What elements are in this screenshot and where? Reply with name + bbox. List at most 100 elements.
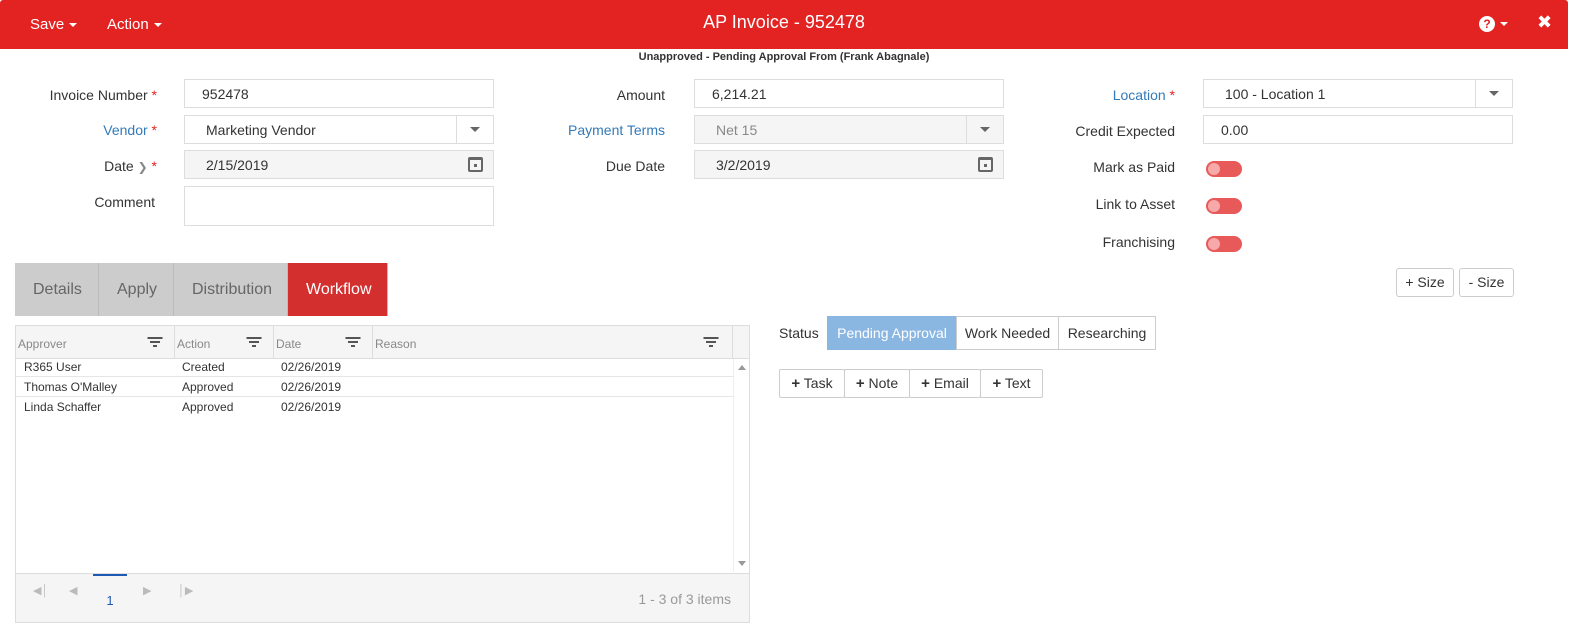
column-header-label: Approver: [18, 337, 67, 351]
vendor-select[interactable]: Marketing Vendor: [184, 115, 494, 144]
plus-icon: +: [921, 375, 930, 392]
date-cell: 02/26/2019: [281, 360, 342, 374]
decrease-size-button[interactable]: - Size: [1459, 268, 1514, 297]
vertical-scrollbar[interactable]: [733, 359, 749, 572]
calendar-icon[interactable]: [468, 157, 483, 172]
location-label-text: Location: [1112, 87, 1166, 103]
previous-page-icon[interactable]: ◀: [69, 584, 77, 597]
plus-icon: +: [791, 375, 801, 392]
dropdown-arrow-icon[interactable]: [1475, 80, 1512, 107]
credit-expected-value: 0.00: [1221, 122, 1249, 138]
due-date-label: Due Date: [605, 158, 665, 174]
amount-value: 6,214.21: [712, 86, 767, 102]
column-header-label: Date: [276, 337, 302, 351]
link-to-asset-label: Link to Asset: [1095, 196, 1175, 212]
action-cell: Approved: [182, 380, 234, 394]
add-email-label: Email: [933, 375, 969, 391]
tab-distribution[interactable]: Distribution: [174, 263, 288, 316]
tab-workflow[interactable]: Workflow: [288, 263, 388, 316]
add-note-button[interactable]: + Note: [844, 369, 910, 398]
add-task-label: Task: [803, 375, 833, 391]
location-select[interactable]: 100 - Location 1: [1203, 79, 1513, 108]
vendor-label[interactable]: Vendor *: [20, 122, 157, 138]
credit-expected-field[interactable]: 0.00: [1203, 115, 1513, 144]
amount-label: Amount: [616, 87, 665, 103]
table-row[interactable]: R365 User Created 02/26/2019: [16, 357, 733, 377]
approver-cell: R365 User: [24, 360, 82, 374]
add-email-button[interactable]: + Email: [909, 369, 981, 398]
page-number-button[interactable]: 1: [93, 574, 127, 622]
column-header-approver[interactable]: Approver: [16, 326, 175, 358]
help-icon: ?: [1479, 16, 1495, 32]
invoice-number-field[interactable]: 952478: [184, 79, 494, 108]
location-value: 100 - Location 1: [1225, 86, 1326, 102]
first-page-icon[interactable]: ◀│: [33, 584, 48, 597]
location-label[interactable]: Location *: [1040, 87, 1175, 103]
required-mark: *: [151, 158, 157, 174]
scroll-down-icon[interactable]: [738, 561, 746, 566]
comment-label: Comment: [94, 194, 155, 210]
next-page-icon[interactable]: ▶: [143, 584, 151, 597]
approver-cell: Linda Schaffer: [24, 400, 102, 414]
invoice-number-label: Invoice Number *: [20, 87, 157, 103]
link-to-asset-toggle[interactable]: [1206, 198, 1242, 214]
comment-textarea[interactable]: [184, 186, 494, 226]
date-cell: 02/26/2019: [281, 400, 342, 414]
action-cell: Created: [182, 360, 225, 374]
franchising-toggle[interactable]: [1206, 236, 1242, 252]
add-text-label: Text: [1004, 375, 1031, 391]
date-cell: 02/26/2019: [281, 380, 342, 394]
dropdown-arrow-icon: [966, 116, 1003, 143]
last-page-icon[interactable]: │▶: [178, 584, 193, 597]
payment-terms-select: Net 15: [694, 115, 1004, 144]
column-header-label: Reason: [375, 337, 417, 351]
grid-pager: ◀│ ◀ 1 ▶ │▶ 1 - 3 of 3 items: [16, 573, 749, 622]
add-task-button[interactable]: + Task: [779, 369, 845, 398]
date-label-text: Date: [104, 158, 134, 174]
dropdown-arrow-icon[interactable]: [456, 116, 493, 143]
increase-size-button[interactable]: + Size: [1396, 268, 1454, 297]
vendor-value: Marketing Vendor: [206, 122, 316, 138]
plus-icon: +: [992, 375, 1002, 392]
column-header-reason[interactable]: Reason: [373, 326, 733, 358]
close-button[interactable]: ✖: [1537, 12, 1552, 33]
column-header-date[interactable]: Date: [274, 326, 373, 358]
status-researching-button[interactable]: Researching: [1058, 316, 1156, 350]
invoice-number-label-text: Invoice Number: [49, 87, 148, 103]
tab-details[interactable]: Details: [15, 263, 99, 316]
due-date-field[interactable]: 3/2/2019: [694, 150, 1004, 179]
vendor-label-text: Vendor: [103, 122, 148, 138]
help-menu-button[interactable]: ?: [1479, 15, 1508, 32]
table-row[interactable]: Thomas O'Malley Approved 02/26/2019: [16, 377, 733, 397]
filter-icon[interactable]: [345, 337, 360, 347]
date-label: Date ❯ *: [20, 158, 157, 174]
credit-expected-label: Credit Expected: [1075, 123, 1175, 139]
filter-icon[interactable]: [703, 337, 718, 347]
caret-down-icon: [1500, 22, 1508, 27]
add-note-label: Note: [868, 375, 899, 391]
add-text-button[interactable]: + Text: [980, 369, 1043, 398]
amount-field[interactable]: 6,214.21: [694, 79, 1004, 108]
chevron-right-icon[interactable]: ❯: [138, 160, 148, 174]
due-date-value: 3/2/2019: [716, 157, 771, 173]
franchising-label: Franchising: [1102, 234, 1175, 250]
required-mark: *: [151, 87, 157, 103]
table-row[interactable]: Linda Schaffer Approved 02/26/2019: [16, 397, 733, 417]
tab-bar: Details Apply Distribution Workflow: [15, 263, 388, 316]
status-work-needed-button[interactable]: Work Needed: [956, 316, 1059, 350]
column-header-action[interactable]: Action: [175, 326, 274, 358]
workflow-grid: Approver Action Date Reason R365 User Cr…: [15, 325, 750, 623]
date-field[interactable]: 2/15/2019: [184, 150, 494, 179]
filter-icon[interactable]: [246, 337, 261, 347]
tab-apply[interactable]: Apply: [99, 263, 174, 316]
plus-icon: +: [855, 375, 865, 392]
filter-icon[interactable]: [147, 337, 162, 347]
calendar-icon[interactable]: [978, 157, 993, 172]
column-header-label: Action: [177, 337, 211, 351]
required-mark: *: [151, 122, 157, 138]
status-pending-approval-button[interactable]: Pending Approval: [827, 316, 957, 350]
mark-as-paid-toggle[interactable]: [1206, 161, 1242, 177]
scroll-up-icon[interactable]: [738, 365, 746, 370]
payment-terms-label[interactable]: Payment Terms: [530, 122, 665, 138]
page-title: AP Invoice - 952478: [703, 12, 865, 32]
